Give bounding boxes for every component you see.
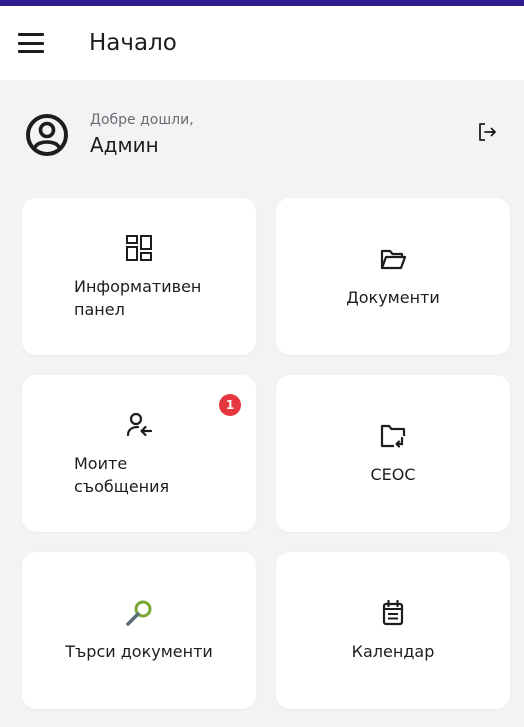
logout-icon[interactable] [475,120,499,144]
tile-my-messages[interactable]: Моите съобщения 1 [22,375,256,532]
greeting-text: Добре дошли, [90,112,194,128]
tile-label: СЕОС [370,465,416,484]
folder-incoming-icon [380,424,406,448]
app-bar: Начало [0,6,524,80]
tile-calendar[interactable]: Календар [276,552,510,709]
user-message-icon [126,412,153,436]
tile-search-documents[interactable]: Търси документи [22,552,256,709]
dashboard-icon [126,234,152,261]
tile-label: Информативен панел [74,276,202,319]
page-title: Начало [89,30,177,56]
user-circle-icon[interactable] [25,113,69,157]
welcome-section: Добре дошли, Админ [0,96,524,176]
hamburger-menu-icon[interactable] [18,33,44,53]
menu-grid: Информативен панел Документи Моите съобщ… [22,198,510,709]
unread-count-badge: 1 [219,394,241,416]
tile-label: Документи [346,288,440,307]
calendar-icon [382,599,404,626]
folder-open-icon [380,249,407,270]
tile-label: Моите съобщения [74,453,170,496]
search-icon [126,600,152,626]
tile-documents[interactable]: Документи [276,198,510,355]
tile-label: Календар [351,642,435,661]
tile-seos[interactable]: СЕОС [276,375,510,532]
user-name: Админ [90,133,159,157]
tile-dashboard[interactable]: Информативен панел [22,198,256,355]
tile-label: Търси документи [65,642,213,661]
